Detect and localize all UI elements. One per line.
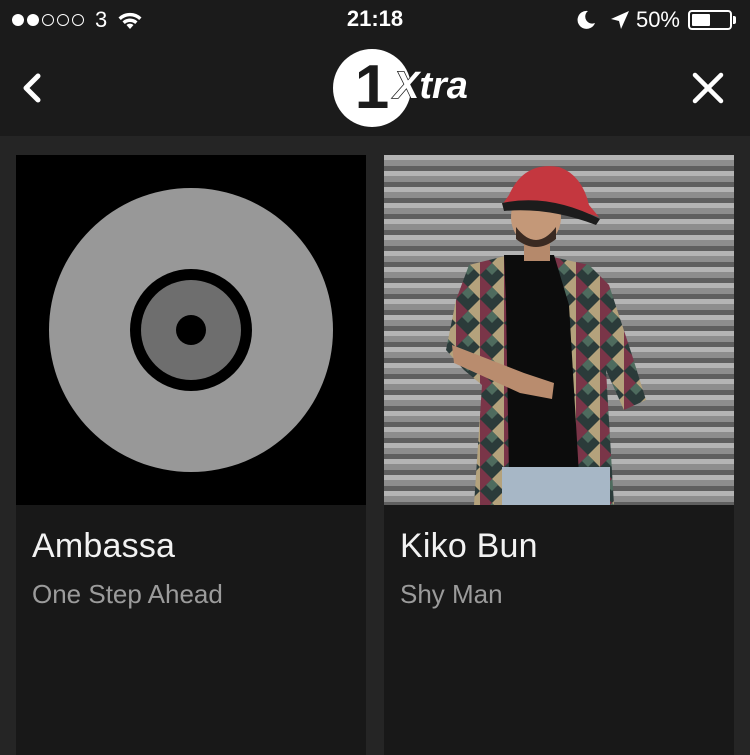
artist-name: Kiko Bun [400,527,538,565]
battery-percent: 50% [635,7,680,32]
logo-word: Xtra [392,65,468,107]
track-grid: Ambassa One Step Ahead Kiko Bun Shy Man [0,136,750,755]
track-card[interactable]: Kiko Bun Shy Man [384,155,734,755]
battery-icon [688,10,732,30]
artist-photo [384,155,734,505]
close-button[interactable] [686,66,730,110]
track-title: Shy Man [400,579,503,609]
location-arrow-icon [610,11,629,29]
artist-photo-image [384,155,734,505]
album-art [16,155,366,505]
status-right: 50% [576,6,736,34]
disc-placeholder-icon [49,188,333,472]
chevron-left-icon [23,73,41,103]
logo-number: 1 [355,53,389,122]
close-icon [692,72,724,104]
battery-nub [733,16,736,24]
status-bar: 3 21:18 50% [0,0,750,40]
battery-level [692,14,710,26]
nav-bar: 1 Xtra [0,40,750,136]
back-button[interactable] [12,66,52,110]
artist-name: Ambassa [32,527,176,565]
station-logo: 1 Xtra [333,49,469,127]
moon-icon [577,10,595,29]
track-title: One Step Ahead [32,579,223,609]
track-card[interactable]: Ambassa One Step Ahead [16,155,366,755]
